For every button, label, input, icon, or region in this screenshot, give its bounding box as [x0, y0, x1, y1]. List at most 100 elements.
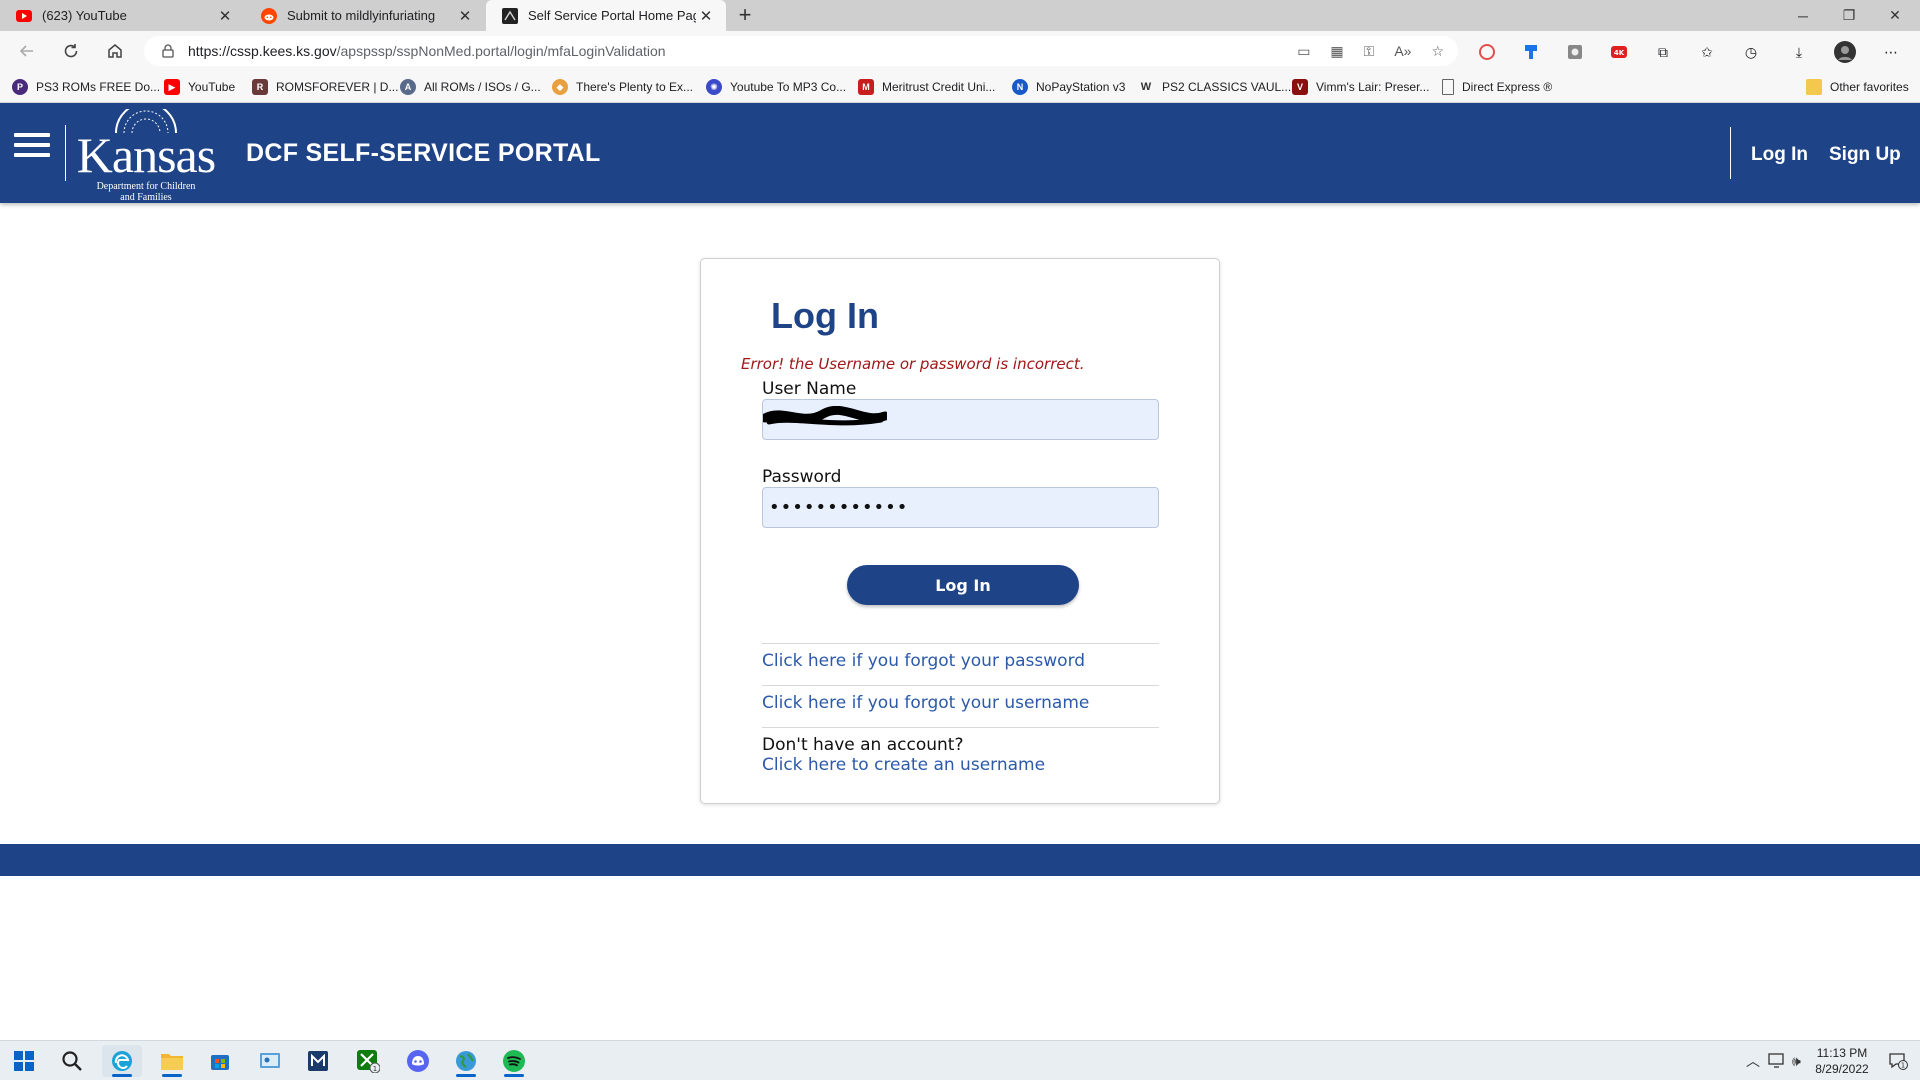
start-button[interactable]: [4, 1045, 44, 1077]
vimms-lair-icon: V: [1292, 79, 1308, 95]
address-bar[interactable]: https://cssp.kees.ks.gov/apspssp/sspNonM…: [144, 36, 1458, 66]
new-tab-button[interactable]: +: [732, 3, 758, 29]
bookmark-item[interactable]: P PS3 ROMs FREE Do...: [12, 71, 160, 103]
taskbar-file-explorer[interactable]: [152, 1045, 192, 1077]
control-panel-icon: [260, 1053, 280, 1068]
app-available-icon[interactable]: ▭: [1297, 43, 1310, 60]
add-favorite-icon[interactable]: ☆: [1431, 43, 1444, 60]
password-label: Password: [762, 467, 842, 487]
login-heading: Log In: [771, 295, 879, 336]
edge-icon: [112, 1051, 132, 1071]
extension-blue-icon[interactable]: [1520, 41, 1542, 63]
tab-youtube[interactable]: (623) YouTube ✕: [0, 0, 245, 31]
bookmark-item[interactable]: Direct Express ®: [1442, 71, 1552, 103]
qr-code-icon[interactable]: ▦: [1330, 43, 1343, 60]
store-icon: [211, 1055, 229, 1070]
refresh-icon: [64, 44, 78, 58]
minimize-button[interactable]: ─: [1780, 0, 1826, 31]
folder-icon: [161, 1054, 183, 1070]
notifications-icon[interactable]: 1: [1888, 1041, 1908, 1080]
username-label: User Name: [762, 379, 857, 399]
key-icon[interactable]: ⚿: [1364, 43, 1375, 60]
read-aloud-icon[interactable]: A»: [1394, 43, 1411, 59]
logo-divider: [65, 125, 66, 181]
search-button[interactable]: [52, 1045, 92, 1077]
back-button[interactable]: [12, 37, 42, 65]
forgot-password-link[interactable]: Click here if you forgot your password: [762, 651, 1085, 671]
other-favorites[interactable]: Other favorites: [1806, 71, 1909, 103]
bookmark-item[interactable]: W PS2 CLASSICS VAUL...: [1138, 71, 1291, 103]
bookmark-item[interactable]: ▶ YouTube: [164, 71, 235, 103]
taskbar-control-panel[interactable]: [250, 1045, 290, 1077]
mp3-converter-icon: ✺: [706, 79, 722, 95]
password-input[interactable]: ••••••••••••: [762, 487, 1159, 528]
taskbar-store[interactable]: [200, 1045, 240, 1077]
ps3-icon: P: [12, 79, 28, 95]
tab-reddit[interactable]: Submit to mildlyinfuriating ✕: [245, 0, 485, 31]
browser-tab-strip: (623) YouTube ✕ Submit to mildlyinfuriat…: [0, 0, 1920, 31]
windows-logo-icon: [14, 1051, 34, 1071]
lock-icon: [162, 44, 174, 58]
page-icon: [1442, 79, 1454, 95]
extension-red-icon[interactable]: [1476, 41, 1498, 63]
create-username-link[interactable]: Click here to create an username: [762, 755, 1045, 775]
login-button[interactable]: Log In: [847, 565, 1079, 605]
youtube-icon: [16, 8, 32, 24]
spotify-icon: [503, 1050, 525, 1072]
footer-band: [0, 844, 1920, 876]
bookmark-item[interactable]: ◆ There's Plenty to Ex...: [552, 71, 693, 103]
bookmark-item[interactable]: ✺ Youtube To MP3 Co...: [706, 71, 846, 103]
network-icon[interactable]: [1768, 1041, 1786, 1080]
extensions-puzzle-icon[interactable]: ⧉: [1652, 41, 1674, 63]
back-arrow-icon: [19, 45, 33, 57]
taskbar-xbox[interactable]: 1: [348, 1045, 388, 1077]
close-window-button[interactable]: ✕: [1872, 0, 1918, 31]
extension-gray-icon[interactable]: [1564, 41, 1586, 63]
header-login-link[interactable]: Log In: [1751, 144, 1808, 166]
dark-m-app-icon: [308, 1051, 328, 1071]
taskbar-discord[interactable]: [398, 1045, 438, 1077]
profile-avatar[interactable]: [1834, 41, 1856, 63]
downloads-icon[interactable]: ⤓: [1788, 41, 1810, 63]
bookmark-item[interactable]: V Vimm's Lair: Preser...: [1292, 71, 1429, 103]
folder-icon: [1806, 79, 1822, 95]
bookmarks-bar: P PS3 ROMs FREE Do... ▶ YouTube R ROMSFOREV…: [0, 71, 1920, 103]
close-tab-icon[interactable]: ✕: [215, 7, 235, 25]
favorites-icon[interactable]: ✩: [1696, 41, 1718, 63]
bookmark-item[interactable]: A All ROMs / ISOs / G...: [400, 71, 541, 103]
nopaystation-icon: N: [1012, 79, 1028, 95]
taskbar-app-m[interactable]: [298, 1045, 338, 1077]
hamburger-menu-icon[interactable]: [14, 133, 50, 165]
ps2-classics-icon: W: [1138, 79, 1154, 95]
taskbar-clock[interactable]: 11:13 PM 8/29/2022: [1800, 1045, 1884, 1077]
home-button[interactable]: [100, 37, 130, 65]
romsforever-icon: R: [252, 79, 268, 95]
close-tab-icon[interactable]: ✕: [455, 7, 475, 25]
close-tab-icon[interactable]: ✕: [696, 7, 716, 25]
svg-text:1: 1: [373, 1065, 377, 1073]
history-icon[interactable]: ◷: [1740, 41, 1762, 63]
svg-text:1: 1: [1901, 1062, 1905, 1070]
tab-self-service-portal[interactable]: Self Service Portal Home Page ✕: [486, 0, 726, 31]
error-message: Error! the Username or password is incor…: [741, 355, 1085, 373]
kansas-dcf-logo[interactable]: Kansas Department for Children and Famil…: [76, 109, 216, 203]
svg-text:4K: 4K: [1614, 49, 1625, 57]
restore-button[interactable]: ❐: [1826, 0, 1872, 31]
taskbar-globe-app[interactable]: [446, 1045, 486, 1077]
show-hidden-icons-chevron-icon[interactable]: ︿: [1746, 1041, 1760, 1080]
settings-more-icon[interactable]: ⋯: [1880, 41, 1902, 63]
bookmark-item[interactable]: M Meritrust Credit Uni...: [858, 71, 995, 103]
forgot-username-link[interactable]: Click here if you forgot your username: [762, 693, 1089, 713]
taskbar-edge[interactable]: [102, 1045, 142, 1077]
portal-title: DCF SELF-SERVICE PORTAL: [246, 139, 601, 167]
bookmark-item[interactable]: N NoPayStation v3: [1012, 71, 1125, 103]
header-signup-link[interactable]: Sign Up: [1829, 144, 1901, 166]
plenty-icon: ◆: [552, 79, 568, 95]
extension-4k-icon[interactable]: 4K: [1608, 41, 1630, 63]
bookmark-item[interactable]: R ROMSFOREVER | D...: [252, 71, 398, 103]
reddit-icon: [261, 7, 277, 24]
windows-taskbar: 1 ︿ 🕪 11:13 PM 8/29/2022 1: [0, 1040, 1920, 1080]
meritrust-icon: M: [858, 79, 874, 95]
refresh-button[interactable]: [56, 37, 86, 65]
taskbar-spotify[interactable]: [494, 1045, 534, 1077]
